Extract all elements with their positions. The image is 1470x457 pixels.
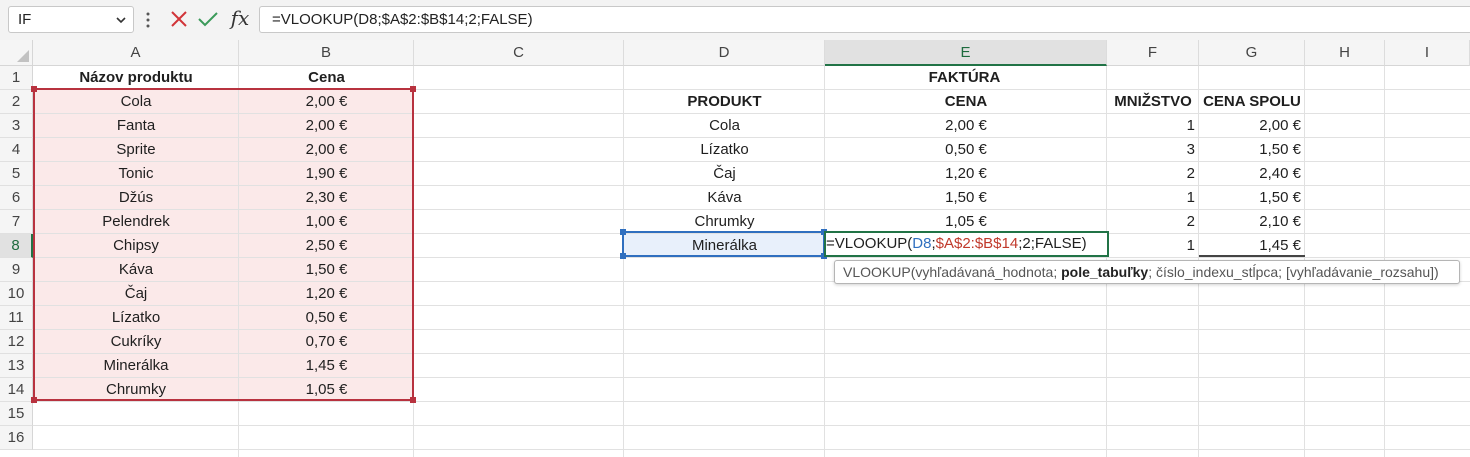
invoice-price[interactable]: 1,50 €	[825, 186, 1107, 210]
invoice-qty[interactable]: 2	[1107, 162, 1199, 186]
column-header-c[interactable]: C	[414, 40, 624, 66]
range-handle[interactable]	[410, 86, 416, 92]
invoice-price[interactable]: 1,20 €	[825, 162, 1107, 186]
row-header-11[interactable]: 11	[0, 306, 33, 330]
lookup-range-highlight	[31, 86, 416, 403]
formula-suffix: ;2;FALSE)	[1018, 235, 1087, 252]
invoice-total[interactable]: 1,50 €	[1199, 138, 1305, 162]
row-header-16[interactable]: 16	[0, 426, 33, 450]
invoice-product[interactable]: Káva	[624, 186, 825, 210]
column-header-a[interactable]: A	[33, 40, 239, 66]
column-header-i[interactable]: I	[1385, 40, 1470, 66]
invoice-qty[interactable]: 2	[1107, 210, 1199, 234]
column-header-g[interactable]: G	[1199, 40, 1305, 66]
invoice-qty[interactable]: 1	[1107, 114, 1199, 138]
range-handle[interactable]	[31, 397, 37, 403]
row-header-2[interactable]: 2	[0, 90, 33, 114]
column-header-f[interactable]: F	[1107, 40, 1199, 66]
invoice-qty[interactable]: 1	[1107, 186, 1199, 210]
tooltip-current-argument[interactable]: pole_tabuľky	[1061, 264, 1148, 280]
row-header-6[interactable]: 6	[0, 186, 33, 210]
formula-bar: IF fx =VLOOKUP(D8;$A$2:$B$14;2;FALSE)	[0, 0, 1470, 40]
invoice-title[interactable]: FAKTÚRA	[624, 66, 1305, 90]
row-header-1[interactable]: 1	[0, 66, 33, 90]
row-header-7[interactable]: 7	[0, 210, 33, 234]
row-header-9[interactable]: 9	[0, 258, 33, 282]
invoice-header-product[interactable]: PRODUKT	[624, 90, 825, 114]
header-product-name[interactable]: Názov produktu	[33, 66, 239, 90]
row-header-10[interactable]: 10	[0, 282, 33, 306]
formula-prefix: =VLOOKUP(	[826, 235, 913, 252]
invoice-total[interactable]: 2,00 €	[1199, 114, 1305, 138]
row-header-12[interactable]: 12	[0, 330, 33, 354]
invoice-product[interactable]: Lízatko	[624, 138, 825, 162]
range-handle[interactable]	[31, 86, 37, 92]
header-price[interactable]: Cena	[239, 66, 414, 90]
name-box-value: IF	[18, 11, 32, 28]
row-header-4[interactable]: 4	[0, 138, 33, 162]
invoice-product[interactable]: Cola	[624, 114, 825, 138]
vertical-dots-icon[interactable]	[146, 11, 150, 29]
row-header-8[interactable]: 8	[0, 234, 33, 258]
function-argument-tooltip[interactable]: VLOOKUP(vyhľadávaná_hodnota; pole_tabuľk…	[834, 260, 1460, 284]
invoice-qty[interactable]: 3	[1107, 138, 1199, 162]
row-header-14[interactable]: 14	[0, 378, 33, 402]
spreadsheet-grid[interactable]: A B C D E F G H I 1 2 3 4 5 6 7 8 9 10 1…	[0, 40, 1470, 457]
column-header-d[interactable]: D	[624, 40, 825, 66]
row-header-15[interactable]: 15	[0, 402, 33, 426]
x-icon[interactable]	[168, 8, 190, 30]
invoice-total[interactable]: 2,10 €	[1199, 210, 1305, 234]
chevron-down-icon[interactable]	[114, 11, 128, 29]
invoice-total[interactable]: 2,40 €	[1199, 162, 1305, 186]
invoice-total[interactable]: 1,50 €	[1199, 186, 1305, 210]
check-icon[interactable]	[196, 8, 220, 30]
invoice-product[interactable]: Čaj	[624, 162, 825, 186]
invoice-price[interactable]: 2,00 €	[825, 114, 1107, 138]
formula-text: =VLOOKUP(D8;$A$2:$B$14;2;FALSE)	[272, 11, 533, 28]
tooltip-end: ; číslo_indexu_stĺpca; [vyhľadávanie_roz…	[1148, 264, 1439, 280]
formula-ref-d8: D8	[912, 235, 932, 252]
column-header-h[interactable]: H	[1305, 40, 1385, 66]
invoice-qty[interactable]: 1	[1107, 234, 1199, 258]
name-box[interactable]: IF	[8, 6, 134, 33]
formula-ref-range: $A$2:$B$14	[935, 235, 1019, 252]
total-underline	[1199, 255, 1305, 257]
row-header-3[interactable]: 3	[0, 114, 33, 138]
range-handle[interactable]	[410, 397, 416, 403]
invoice-header-price[interactable]: CENA	[825, 90, 1107, 114]
invoice-header-total[interactable]: CENA SPOLU	[1199, 90, 1305, 114]
row-header-13[interactable]: 13	[0, 354, 33, 378]
tooltip-start: VLOOKUP(vyhľadávaná_hodnota;	[843, 264, 1062, 280]
fx-icon[interactable]: fx	[228, 4, 252, 32]
select-all-corner[interactable]	[0, 40, 33, 66]
column-header-b[interactable]: B	[239, 40, 414, 66]
formula-input[interactable]: =VLOOKUP(D8;$A$2:$B$14;2;FALSE)	[259, 6, 1470, 33]
column-header-e[interactable]: E	[825, 40, 1107, 66]
row-header-5[interactable]: 5	[0, 162, 33, 186]
invoice-product[interactable]: Minerálka	[624, 234, 825, 258]
invoice-price[interactable]: 0,50 €	[825, 138, 1107, 162]
active-cell-formula[interactable]: =VLOOKUP(D8;$A$2:$B$14;2;FALSE)	[825, 232, 1087, 256]
invoice-header-qty[interactable]: MNIŽSTVO	[1107, 90, 1199, 114]
